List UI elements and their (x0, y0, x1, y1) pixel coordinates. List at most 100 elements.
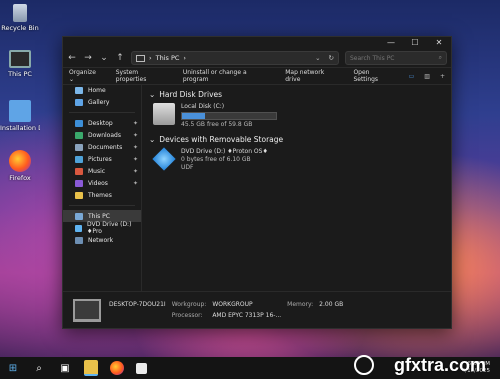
desktop-icon-recycle-bin[interactable]: Recycle Bin (0, 4, 40, 32)
title-bar: — ☐ ✕ (63, 37, 451, 49)
watermark-logo-icon (354, 355, 374, 375)
picture-icon (75, 155, 83, 163)
system-properties-button[interactable]: System properties (116, 69, 169, 83)
navigation-pane: Home Gallery Desktop ✦ Downloads ✦ Docum… (63, 84, 142, 292)
task-view-icon[interactable]: ▣ (58, 361, 72, 375)
memory-value: 2.00 GB (319, 301, 344, 308)
sidebar-item-themes[interactable]: Themes (63, 189, 141, 201)
sidebar-item-desktop[interactable]: Desktop ✦ (63, 117, 141, 129)
computer-icon (73, 298, 101, 322)
sidebar-item-videos[interactable]: Videos ✦ (63, 177, 141, 189)
start-icon[interactable]: ⊞ (6, 361, 20, 375)
search-input[interactable] (350, 54, 424, 62)
map-network-drive-button[interactable]: Map network drive (285, 69, 339, 83)
pin-icon[interactable]: ✦ (133, 144, 138, 151)
sidebar-item-label: This PC (88, 212, 110, 220)
view-toggle-icon[interactable]: ▭ (409, 73, 415, 80)
sidebar-item-label: Gallery (88, 98, 110, 106)
layout-icon[interactable]: ▥ (424, 73, 430, 80)
firefox-icon (9, 150, 31, 172)
close-button[interactable]: ✕ (427, 37, 451, 49)
firefox-icon[interactable] (110, 361, 124, 375)
refresh-icon[interactable]: ↻ (329, 54, 334, 62)
workgroup-label: Workgroup: (171, 301, 207, 308)
drive-free-space: 45.5 GB free of 59.8 GB (181, 121, 253, 128)
address-bar[interactable]: › This PC › ⌄ ↻ (131, 51, 339, 65)
search-icon[interactable]: ⌕ (32, 361, 46, 375)
uninstall-program-button[interactable]: Uninstall or change a program (183, 69, 271, 83)
navigation-bar: ← → ⌄ ↑ › This PC › ⌄ ↻ ⌕ (63, 49, 451, 67)
command-bar: Organize ⌄ System properties Uninstall o… (63, 67, 451, 85)
folder-icon (9, 100, 31, 122)
details-pane: DESKTOP-7DOU21I Workgroup: WORKGROUP Mem… (63, 291, 451, 328)
breadcrumb-separator: › (149, 54, 152, 62)
sidebar-item-home[interactable]: Home (63, 84, 141, 96)
pin-icon[interactable]: ✦ (133, 168, 138, 175)
workgroup-value: WORKGROUP (212, 301, 253, 308)
chevron-down-icon[interactable]: ⌄ (149, 90, 155, 99)
drive-item-c[interactable]: Local Disk (C:) 45.5 GB free of 59.8 GB (153, 103, 445, 129)
pin-icon[interactable]: ✦ (133, 132, 138, 139)
group-title: Hard Disk Drives (159, 90, 223, 99)
up-arrow-icon[interactable]: ↑ (115, 53, 125, 63)
chevron-down-icon[interactable]: ⌄ (149, 135, 155, 144)
search-box[interactable]: ⌕ (345, 51, 447, 65)
sidebar-item-label: Downloads (88, 131, 121, 139)
group-header-removable[interactable]: ⌄ Devices with Removable Storage (149, 135, 445, 144)
gallery-icon (75, 98, 83, 106)
search-icon: ⌕ (438, 54, 442, 61)
store-icon[interactable] (136, 362, 147, 374)
sidebar-item-downloads[interactable]: Downloads ✦ (63, 129, 141, 141)
sidebar-item-network[interactable]: Network (63, 234, 141, 246)
minimize-button[interactable]: — (379, 37, 403, 49)
chevron-down-icon[interactable]: ⌄ (99, 53, 109, 63)
sidebar-item-label: Themes (88, 191, 112, 199)
desktop-folder-icon (75, 119, 83, 127)
maximize-button[interactable]: ☐ (403, 37, 427, 49)
sidebar-item-label: DVD Drive (D:) ♦Pro (87, 221, 132, 235)
folder-icon (75, 191, 83, 199)
group-title: Devices with Removable Storage (159, 135, 284, 144)
sidebar-item-pictures[interactable]: Pictures ✦ (63, 153, 141, 165)
forward-arrow-icon[interactable]: → (83, 53, 93, 63)
pin-icon[interactable]: ✦ (133, 120, 138, 127)
watermark-text: gfxtra.com (393, 355, 486, 375)
sidebar-item-music[interactable]: Music ✦ (63, 165, 141, 177)
sidebar-item-label: Home (88, 86, 106, 94)
sidebar-item-gallery[interactable]: Gallery (63, 96, 141, 108)
open-settings-button[interactable]: Open Settings (353, 69, 394, 83)
desktop-icon-this-pc[interactable]: This PC (0, 50, 40, 78)
sidebar-item-label: Music (88, 167, 106, 175)
add-icon[interactable]: + (440, 73, 445, 80)
drive-usage-bar (181, 112, 277, 120)
desktop-icon-installation[interactable]: Installation D... (0, 100, 40, 132)
hard-drive-icon (153, 103, 175, 125)
processor-label: Processor: (171, 312, 203, 319)
divider (69, 112, 135, 113)
drive-usage-fill (182, 113, 205, 119)
dvd-drive-icon (75, 224, 83, 232)
home-icon (75, 86, 83, 94)
file-explorer-icon[interactable] (84, 360, 98, 376)
pin-icon[interactable]: ✦ (133, 156, 138, 163)
organize-menu[interactable]: Organize ⌄ (69, 69, 102, 83)
download-icon (75, 131, 83, 139)
pin-icon[interactable]: ✦ (133, 180, 138, 187)
chevron-down-icon[interactable]: ⌄ (315, 54, 320, 62)
desktop-icon-label: Recycle Bin (1, 24, 39, 32)
sidebar-item-documents[interactable]: Documents ✦ (63, 141, 141, 153)
recycle-bin-icon (13, 4, 27, 22)
drive-free-space: 0 bytes free of 6.10 GB (181, 156, 251, 163)
desktop-icon-label: Firefox (9, 174, 31, 182)
back-arrow-icon[interactable]: ← (67, 53, 77, 63)
breadcrumb-this-pc[interactable]: This PC (156, 54, 180, 62)
drive-item-d[interactable]: DVD Drive (D:) ♦Proton OS♦ 0 bytes free … (152, 147, 445, 172)
sidebar-item-label: Pictures (88, 155, 112, 163)
computer-icon (9, 50, 31, 68)
drive-name: Local Disk (C:) (181, 103, 225, 110)
sidebar-item-label: Network (88, 236, 114, 244)
dvd-drive-icon (152, 147, 176, 171)
group-header-hard-disks[interactable]: ⌄ Hard Disk Drives (149, 90, 445, 99)
desktop-icon-firefox[interactable]: Firefox (0, 150, 40, 182)
sidebar-item-dvd-drive[interactable]: DVD Drive (D:) ♦Pro (63, 221, 141, 235)
